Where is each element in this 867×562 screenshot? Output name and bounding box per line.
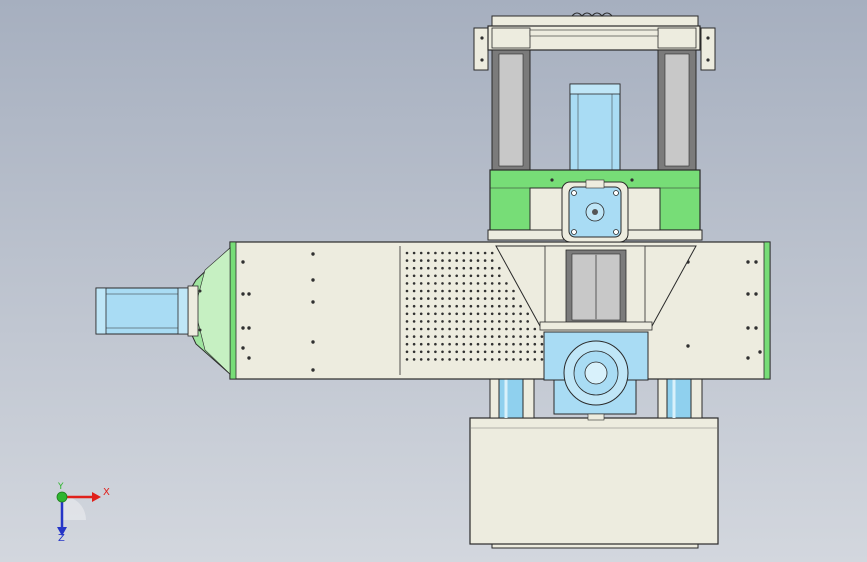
x-axis-label: X bbox=[103, 487, 110, 498]
vertical-motor[interactable] bbox=[569, 83, 621, 181]
y-axis-label: Y bbox=[58, 482, 64, 492]
main-plate[interactable] bbox=[229, 241, 771, 380]
gearbox-motor[interactable] bbox=[543, 331, 649, 421]
left-motor-assembly[interactable] bbox=[95, 246, 231, 376]
cad-model-view[interactable] bbox=[0, 0, 867, 562]
coordinate-triad-icon bbox=[56, 491, 101, 536]
z-axis-label: Z bbox=[58, 533, 65, 544]
base-block[interactable] bbox=[469, 417, 719, 549]
graphics-viewport[interactable]: X Y Z bbox=[0, 0, 867, 562]
stepper-motor-face[interactable] bbox=[561, 179, 629, 243]
